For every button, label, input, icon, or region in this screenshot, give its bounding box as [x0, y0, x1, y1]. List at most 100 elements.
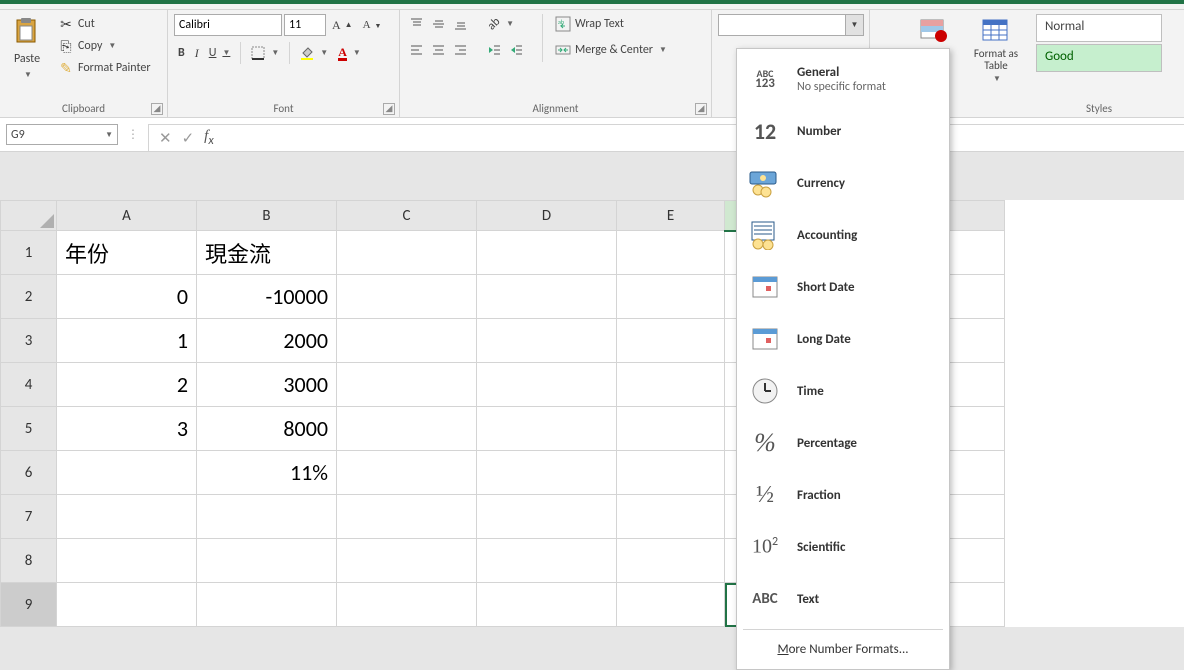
- resize-handle[interactable]: ⋮: [128, 127, 138, 142]
- nf-time[interactable]: Time: [737, 365, 949, 417]
- orientation-button[interactable]: ab▼: [484, 15, 518, 33]
- merge-center-button[interactable]: Merge & Center ▼: [551, 40, 671, 60]
- nf-accounting[interactable]: Accounting: [737, 209, 949, 261]
- dialog-launcher[interactable]: ◢: [695, 103, 707, 115]
- cell[interactable]: [617, 275, 725, 319]
- cell[interactable]: -10000: [197, 275, 337, 319]
- cell[interactable]: [617, 319, 725, 363]
- cell[interactable]: 3: [57, 407, 197, 451]
- nf-fraction[interactable]: ½ Fraction: [737, 469, 949, 521]
- copy-button[interactable]: Copy ▼: [54, 36, 155, 56]
- increase-font-button[interactable]: A▲: [328, 16, 357, 35]
- bold-button[interactable]: B: [174, 44, 189, 62]
- nf-currency[interactable]: Currency: [737, 157, 949, 209]
- italic-button[interactable]: I: [191, 44, 203, 63]
- row-header[interactable]: 9: [1, 583, 57, 627]
- style-normal[interactable]: Normal: [1036, 14, 1162, 42]
- align-left-button[interactable]: [406, 40, 426, 60]
- cell[interactable]: [477, 451, 617, 495]
- name-box[interactable]: G9 ▼: [6, 124, 118, 145]
- font-size-combo[interactable]: [284, 14, 326, 36]
- cell[interactable]: [337, 231, 477, 275]
- cell[interactable]: [477, 495, 617, 539]
- row-header[interactable]: 4: [1, 363, 57, 407]
- align-middle-button[interactable]: [428, 14, 448, 34]
- cell[interactable]: 年份: [57, 231, 197, 275]
- wrap-text-button[interactable]: ab Wrap Text: [551, 14, 628, 34]
- decrease-indent-button[interactable]: [484, 40, 504, 60]
- cell[interactable]: [477, 407, 617, 451]
- format-as-table-button[interactable]: Format as Table▼: [968, 14, 1024, 86]
- cell[interactable]: 3000: [197, 363, 337, 407]
- cell[interactable]: [477, 583, 617, 627]
- cell[interactable]: [477, 539, 617, 583]
- cell[interactable]: [337, 363, 477, 407]
- row-header[interactable]: 3: [1, 319, 57, 363]
- cell[interactable]: [477, 363, 617, 407]
- dialog-launcher[interactable]: ◢: [383, 103, 395, 115]
- cell[interactable]: [197, 539, 337, 583]
- cell[interactable]: [617, 539, 725, 583]
- nf-general[interactable]: ABC123 GeneralNo specific format: [737, 53, 949, 105]
- cell[interactable]: [477, 231, 617, 275]
- cell[interactable]: 1: [57, 319, 197, 363]
- paste-button[interactable]: Paste ▼: [6, 14, 48, 99]
- fx-button[interactable]: fx: [204, 128, 214, 148]
- align-right-button[interactable]: [450, 40, 470, 60]
- col-header[interactable]: A: [57, 201, 197, 231]
- cancel-formula-button[interactable]: ✕: [159, 129, 172, 148]
- cell[interactable]: 2000: [197, 319, 337, 363]
- cell[interactable]: [617, 495, 725, 539]
- cell[interactable]: [57, 539, 197, 583]
- nf-percentage[interactable]: % Percentage: [737, 417, 949, 469]
- cell[interactable]: [617, 407, 725, 451]
- align-bottom-button[interactable]: [450, 14, 470, 34]
- cell[interactable]: 2: [57, 363, 197, 407]
- cell[interactable]: [337, 319, 477, 363]
- cell[interactable]: [337, 451, 477, 495]
- align-top-button[interactable]: [406, 14, 426, 34]
- number-format-combo[interactable]: ▼: [718, 14, 864, 36]
- nf-number[interactable]: 12 Number: [737, 105, 949, 157]
- cell[interactable]: 8000: [197, 407, 337, 451]
- cell[interactable]: [57, 451, 197, 495]
- col-header[interactable]: D: [477, 201, 617, 231]
- cell[interactable]: [337, 583, 477, 627]
- nf-scientific[interactable]: 102 Scientific: [737, 521, 949, 573]
- select-all-corner[interactable]: [1, 201, 57, 231]
- dialog-launcher[interactable]: ◢: [151, 103, 163, 115]
- cell[interactable]: [197, 495, 337, 539]
- cell[interactable]: 現金流: [197, 231, 337, 275]
- col-header[interactable]: E: [617, 201, 725, 231]
- nf-more-formats[interactable]: More Number Formats...: [737, 634, 949, 665]
- enter-formula-button[interactable]: ✓: [182, 129, 195, 148]
- decrease-font-button[interactable]: A▼: [359, 17, 386, 33]
- formula-bar[interactable]: [268, 124, 1184, 151]
- col-header[interactable]: B: [197, 201, 337, 231]
- cell[interactable]: 0: [57, 275, 197, 319]
- cell[interactable]: [197, 583, 337, 627]
- fill-color-button[interactable]: ▼: [296, 44, 332, 62]
- align-center-button[interactable]: [428, 40, 448, 60]
- nf-long-date[interactable]: Long Date: [737, 313, 949, 365]
- cell[interactable]: [57, 495, 197, 539]
- row-header[interactable]: 2: [1, 275, 57, 319]
- cell[interactable]: [477, 319, 617, 363]
- cell[interactable]: [617, 583, 725, 627]
- row-header[interactable]: 8: [1, 539, 57, 583]
- style-good[interactable]: Good: [1036, 44, 1162, 72]
- cell[interactable]: [57, 583, 197, 627]
- row-header[interactable]: 6: [1, 451, 57, 495]
- cell[interactable]: [337, 495, 477, 539]
- font-color-button[interactable]: A▼: [334, 44, 365, 63]
- underline-button[interactable]: U▼: [205, 44, 235, 62]
- cell[interactable]: [337, 275, 477, 319]
- increase-indent-button[interactable]: [506, 40, 526, 60]
- cell[interactable]: [617, 231, 725, 275]
- cell[interactable]: [617, 363, 725, 407]
- row-header[interactable]: 7: [1, 495, 57, 539]
- cut-button[interactable]: Cut: [54, 14, 155, 34]
- nf-short-date[interactable]: Short Date: [737, 261, 949, 313]
- cell[interactable]: [337, 539, 477, 583]
- row-header[interactable]: 1: [1, 231, 57, 275]
